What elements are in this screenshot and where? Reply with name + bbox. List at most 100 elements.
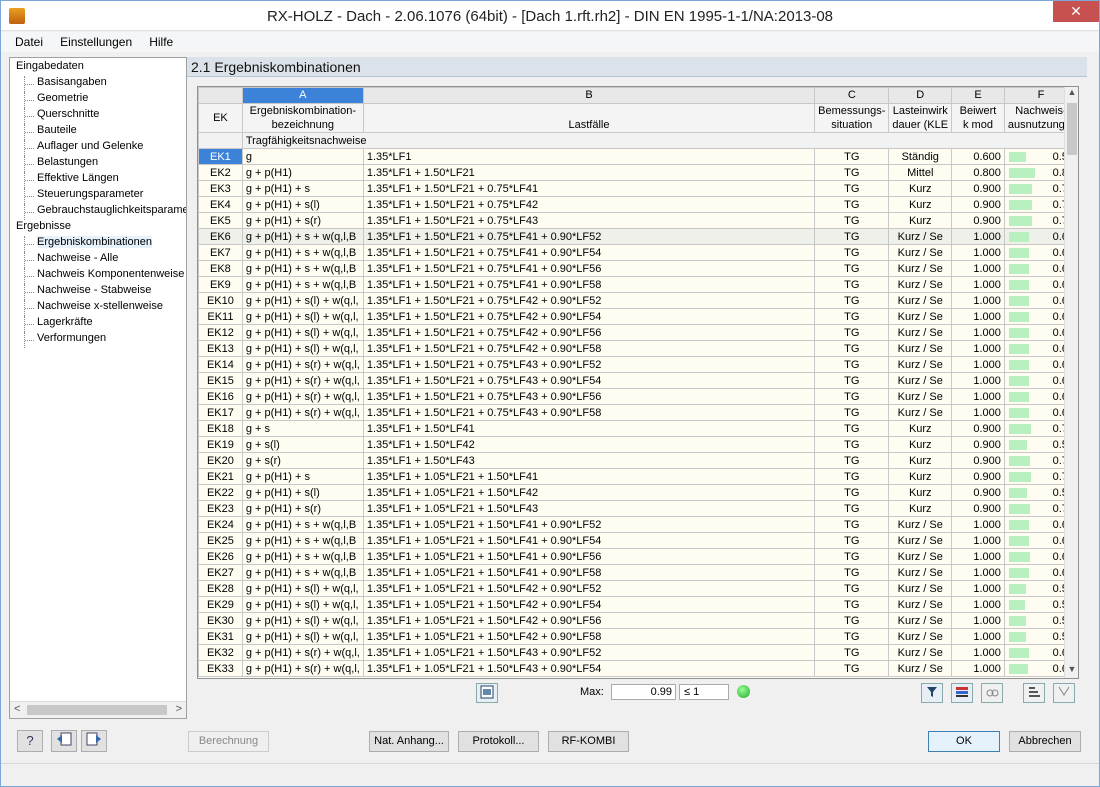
cell-bezeichnung[interactable]: g + p(H1) + s(r) + w(q,l, <box>241 644 364 661</box>
table-row[interactable]: EK30 g + p(H1) + s(l) + w(q,l, 1.35*LF1 + … <box>198 612 1078 629</box>
cell-situation[interactable]: TG <box>814 484 890 501</box>
cell-kmod[interactable]: 1.000 <box>951 228 1005 245</box>
cell-lastfaelle[interactable]: 1.35*LF1 + 1.50*LF21 + 0.75*LF42 <box>362 196 816 213</box>
cell-lastfaelle[interactable]: 1.35*LF1 + 1.05*LF21 + 1.50*LF41 <box>362 468 816 485</box>
cell-dauer[interactable]: Kurz / Se <box>888 356 953 373</box>
cell-bezeichnung[interactable]: g + s(r) <box>241 452 364 469</box>
cell-dauer[interactable]: Kurz / Se <box>888 292 953 309</box>
row-header[interactable]: EK2 <box>198 164 243 181</box>
table-vertical-scrollbar[interactable]: ▲ ▼ <box>1064 87 1078 678</box>
cell-bezeichnung[interactable]: g + p(H1) + s + w(q,l,B <box>241 228 364 245</box>
cell-bezeichnung[interactable]: g + p(H1) <box>241 164 364 181</box>
cell-kmod[interactable]: 0.800 <box>951 164 1005 181</box>
cell-dauer[interactable]: Ständig <box>888 148 953 165</box>
cell-kmod[interactable]: 0.900 <box>951 436 1005 453</box>
cell-lastfaelle[interactable]: 1.35*LF1 + 1.50*LF21 + 0.75*LF43 <box>362 212 816 229</box>
cell-bezeichnung[interactable]: g + p(H1) + s(r) <box>241 212 364 229</box>
table-row[interactable]: EK5 g + p(H1) + s(r) 1.35*LF1 + 1.50*LF21 … <box>198 212 1078 229</box>
cell-bezeichnung[interactable]: g + p(H1) + s(l) + w(q,l, <box>241 308 364 325</box>
cell-kmod[interactable]: 1.000 <box>951 548 1005 565</box>
cell-dauer[interactable]: Kurz / Se <box>888 260 953 277</box>
nav-item[interactable]: Basisangaben <box>24 76 107 92</box>
table-row[interactable]: EK28 g + p(H1) + s(l) + w(q,l, 1.35*LF1 + … <box>198 580 1078 597</box>
table-row[interactable]: EK33 g + p(H1) + s(r) + w(q,l, 1.35*LF1 + … <box>198 660 1078 677</box>
cell-situation[interactable]: TG <box>814 292 890 309</box>
cell-lastfaelle[interactable]: 1.35*LF1 + 1.05*LF21 + 1.50*LF41 + 0.90*… <box>362 532 816 549</box>
cell-lastfaelle[interactable]: 1.35*LF1 + 1.05*LF21 + 1.50*LF42 + 0.90*… <box>362 580 816 597</box>
cell-dauer[interactable]: Kurz / Se <box>888 580 953 597</box>
col-letter-d[interactable]: D <box>888 87 953 104</box>
cell-dauer[interactable]: Kurz / Se <box>888 276 953 293</box>
row-header[interactable]: EK25 <box>198 532 243 549</box>
row-header[interactable]: EK12 <box>198 324 243 341</box>
cell-lastfaelle[interactable]: 1.35*LF1 + 1.50*LF42 <box>362 436 816 453</box>
scroll-up-icon[interactable]: ▲ <box>1065 87 1079 101</box>
cell-kmod[interactable]: 1.000 <box>951 532 1005 549</box>
table-row[interactable]: EK13 g + p(H1) + s(l) + w(q,l, 1.35*LF1 + … <box>198 340 1078 357</box>
cell-lastfaelle[interactable]: 1.35*LF1 + 1.50*LF21 + 0.75*LF42 + 0.90*… <box>362 324 816 341</box>
cell-bezeichnung[interactable]: g + p(H1) + s + w(q,l,B <box>241 564 364 581</box>
table-row[interactable]: EK24 g + p(H1) + s + w(q,l,B 1.35*LF1 + 1.… <box>198 516 1078 533</box>
cell-lastfaelle[interactable]: 1.35*LF1 + 1.05*LF21 + 1.50*LF42 + 0.90*… <box>362 596 816 613</box>
cell-situation[interactable]: TG <box>814 196 890 213</box>
previous-icon[interactable] <box>51 730 77 752</box>
cell-dauer[interactable]: Kurz / Se <box>888 388 953 405</box>
table-row[interactable]: EK4 g + p(H1) + s(l) 1.35*LF1 + 1.50*LF21 … <box>198 196 1078 213</box>
table-row[interactable]: EK10 g + p(H1) + s(l) + w(q,l, 1.35*LF1 + … <box>198 292 1078 309</box>
cell-situation[interactable]: TG <box>814 212 890 229</box>
cell-kmod[interactable]: 0.900 <box>951 212 1005 229</box>
cell-dauer[interactable]: Kurz <box>888 452 953 469</box>
table-row[interactable]: EK3 g + p(H1) + s 1.35*LF1 + 1.50*LF21 + 0… <box>198 180 1078 197</box>
row-header[interactable]: EK4 <box>198 196 243 213</box>
scroll-thumb[interactable] <box>27 705 167 715</box>
table-row[interactable]: EK16 g + p(H1) + s(r) + w(q,l, 1.35*LF1 + … <box>198 388 1078 405</box>
export-table-icon[interactable] <box>476 683 498 703</box>
cell-situation[interactable]: TG <box>814 580 890 597</box>
table-row[interactable]: EK14 g + p(H1) + s(r) + w(q,l, 1.35*LF1 + … <box>198 356 1078 373</box>
row-header[interactable]: EK20 <box>198 452 243 469</box>
cell-bezeichnung[interactable]: g + s(l) <box>241 436 364 453</box>
cell-lastfaelle[interactable]: 1.35*LF1 + 1.05*LF21 + 1.50*LF42 + 0.90*… <box>362 628 816 645</box>
close-icon[interactable]: ✕ <box>1053 1 1099 22</box>
cell-lastfaelle[interactable]: 1.35*LF1 + 1.50*LF21 + 0.75*LF43 + 0.90*… <box>362 372 816 389</box>
row-header[interactable]: EK5 <box>198 212 243 229</box>
nav-item[interactable]: Auflager und Gelenke <box>24 140 143 156</box>
cell-situation[interactable]: TG <box>814 548 890 565</box>
cell-lastfaelle[interactable]: 1.35*LF1 + 1.05*LF21 + 1.50*LF42 + 0.90*… <box>362 612 816 629</box>
row-header[interactable]: EK27 <box>198 564 243 581</box>
table-row[interactable]: EK23 g + p(H1) + s(r) 1.35*LF1 + 1.05*LF21… <box>198 500 1078 517</box>
cell-lastfaelle[interactable]: 1.35*LF1 + 1.05*LF21 + 1.50*LF41 + 0.90*… <box>362 548 816 565</box>
cell-bezeichnung[interactable]: g + p(H1) + s(r) + w(q,l, <box>241 388 364 405</box>
nav-group[interactable]: Ergebnisse <box>16 220 71 236</box>
cell-dauer[interactable]: Kurz <box>888 468 953 485</box>
row-header[interactable]: EK9 <box>198 276 243 293</box>
cell-situation[interactable]: TG <box>814 372 890 389</box>
cell-lastfaelle[interactable]: 1.35*LF1 + 1.05*LF21 + 1.50*LF43 + 0.90*… <box>362 644 816 661</box>
cell-lastfaelle[interactable]: 1.35*LF1 + 1.05*LF21 + 1.50*LF43 <box>362 500 816 517</box>
row-header[interactable]: EK19 <box>198 436 243 453</box>
menu-einstellungen[interactable]: Einstellungen <box>53 32 139 49</box>
row-header[interactable]: EK14 <box>198 356 243 373</box>
cell-bezeichnung[interactable]: g + p(H1) + s(r) + w(q,l, <box>241 404 364 421</box>
cell-situation[interactable]: TG <box>814 596 890 613</box>
cell-kmod[interactable]: 0.900 <box>951 468 1005 485</box>
cell-situation[interactable]: TG <box>814 340 890 357</box>
col-letter-e[interactable]: E <box>951 87 1005 104</box>
cell-situation[interactable]: TG <box>814 500 890 517</box>
nav-item[interactable]: Nachweis Komponentenweise <box>24 268 184 284</box>
cell-situation[interactable]: TG <box>814 244 890 261</box>
table-row[interactable]: EK8 g + p(H1) + s + w(q,l,B 1.35*LF1 + 1.5… <box>198 260 1078 277</box>
next-icon[interactable] <box>81 730 107 752</box>
table-row[interactable]: EK12 g + p(H1) + s(l) + w(q,l, 1.35*LF1 + … <box>198 324 1078 341</box>
cell-bezeichnung[interactable]: g + p(H1) + s(l) + w(q,l, <box>241 340 364 357</box>
cancel-button[interactable]: Abbrechen <box>1009 731 1081 752</box>
cell-situation[interactable]: TG <box>814 612 890 629</box>
cell-situation[interactable]: TG <box>814 276 890 293</box>
row-header[interactable]: EK18 <box>198 420 243 437</box>
cell-bezeichnung[interactable]: g + p(H1) + s(l) + w(q,l, <box>241 292 364 309</box>
row-header[interactable]: EK8 <box>198 260 243 277</box>
cell-dauer[interactable]: Kurz / Se <box>888 516 953 533</box>
cell-dauer[interactable]: Kurz <box>888 180 953 197</box>
cell-lastfaelle[interactable]: 1.35*LF1 + 1.50*LF21 + 0.75*LF41 + 0.90*… <box>362 244 816 261</box>
row-header[interactable]: EK30 <box>198 612 243 629</box>
